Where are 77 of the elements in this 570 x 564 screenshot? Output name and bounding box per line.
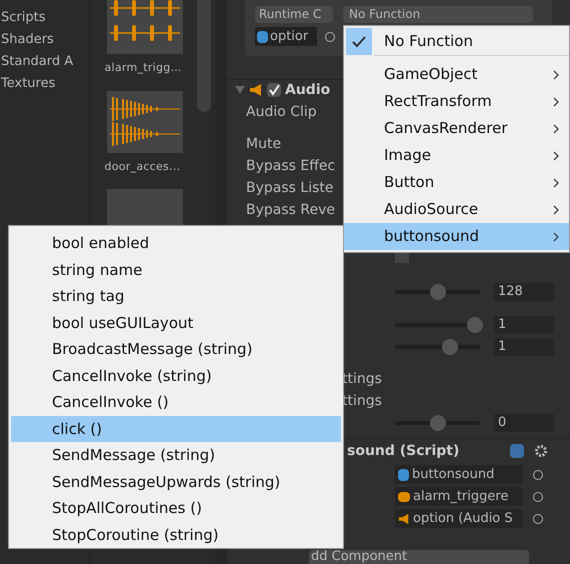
field-value: option (Audio S — [413, 510, 513, 528]
audio-clip-icon — [398, 492, 410, 502]
audio-thumbnail[interactable] — [106, 90, 182, 152]
chevron-right-icon — [553, 96, 559, 106]
speaker-icon — [249, 83, 263, 98]
menu-item[interactable]: GameObject — [344, 61, 569, 88]
menu-item[interactable]: StopAllCoroutines () — [11, 495, 341, 522]
folder-item[interactable]: Textures — [1, 74, 56, 94]
chevron-right-icon — [553, 70, 559, 80]
menu-item[interactable]: buttonsound — [344, 223, 569, 250]
chevron-right-icon — [553, 178, 559, 188]
property-label: ttings — [342, 370, 383, 390]
chevron-right-icon — [553, 204, 559, 214]
object-field[interactable]: buttonsound — [395, 465, 523, 484]
property-label: Bypass Liste — [246, 179, 334, 198]
chevron-right-icon — [553, 232, 559, 242]
property-label: Bypass Reve — [246, 201, 336, 220]
object-picker-icon[interactable] — [533, 470, 543, 480]
menu-item[interactable]: AudioSource — [344, 196, 569, 223]
audio-thumbnail[interactable] — [106, 0, 182, 54]
slider-thumb[interactable] — [466, 317, 483, 334]
menu-item[interactable]: SendMessage (string) — [11, 442, 341, 468]
object-picker-icon[interactable] — [325, 32, 335, 42]
dropdown[interactable]: No Function — [343, 6, 533, 23]
property-label: ttings — [342, 392, 383, 412]
slider-thumb[interactable] — [430, 284, 446, 300]
menu-item[interactable]: StopCoroutine (string) — [11, 522, 341, 548]
component-title: sound (Script) — [347, 442, 460, 461]
slider-thumb[interactable] — [430, 415, 446, 432]
asset-label[interactable]: alarm_trigg... — [104, 60, 182, 76]
folder-item[interactable]: Scripts — [1, 8, 46, 28]
settings-icon[interactable] — [534, 444, 550, 458]
help-icon[interactable] — [510, 444, 524, 458]
menu-item[interactable]: bool enabled — [11, 230, 341, 256]
field-value: alarm_triggere — [413, 488, 508, 506]
collapse-triangle-icon[interactable] — [235, 86, 245, 94]
object-field[interactable]: alarm_triggere — [395, 487, 523, 506]
component-title: Audio — [285, 80, 330, 100]
number-field[interactable]: 1 — [494, 316, 554, 334]
slider-thumb[interactable] — [442, 339, 458, 356]
menu-item[interactable]: CancelInvoke (string) — [11, 362, 341, 389]
field-value: buttonsound — [412, 466, 494, 484]
folder-item[interactable]: Shaders — [1, 30, 54, 50]
menu-item[interactable]: Button — [344, 169, 569, 196]
menu-item[interactable]: No Function — [344, 28, 569, 55]
asset-label[interactable]: door_acces... — [104, 158, 180, 175]
dropdown[interactable]: Runtime C — [255, 6, 333, 23]
folder-item[interactable]: Standard A — [1, 52, 74, 72]
script-icon — [257, 30, 268, 42]
object-field[interactable]: option (Audio S — [395, 509, 523, 528]
menu-item[interactable]: string tag — [11, 283, 341, 310]
menu-item[interactable]: CancelInvoke () — [11, 389, 341, 416]
menu-item[interactable]: BroadcastMessage (string) — [11, 336, 341, 362]
speaker-icon — [398, 512, 410, 525]
menu-item[interactable]: bool useGUILayout — [11, 310, 341, 336]
enable-checkbox[interactable] — [267, 83, 281, 98]
menu-item[interactable]: SendMessageUpwards (string) — [11, 468, 341, 495]
chevron-right-icon — [553, 124, 559, 134]
menu-item[interactable]: string name — [11, 256, 341, 283]
script-icon — [398, 468, 409, 481]
object-picker-icon[interactable] — [533, 514, 543, 524]
number-field[interactable]: 128 — [494, 283, 554, 302]
number-field[interactable]: 0 — [494, 414, 554, 432]
chevron-right-icon — [553, 150, 559, 160]
waveform-icon — [110, 96, 180, 146]
property-label: Audio Clip — [246, 103, 317, 122]
menu-item[interactable]: click () — [11, 416, 341, 442]
add-component-button[interactable]: dd Component — [309, 550, 529, 564]
property-label: Mute — [246, 135, 282, 154]
object-field[interactable]: optior — [255, 27, 317, 46]
menu-item[interactable]: RectTransform — [344, 88, 569, 115]
number-field[interactable]: 1 — [494, 338, 554, 356]
menu-item[interactable]: CanvasRenderer — [344, 115, 569, 142]
object-picker-icon[interactable] — [533, 492, 543, 502]
menu-item[interactable]: Image — [344, 142, 569, 169]
property-label: Bypass Effec — [246, 157, 336, 176]
check-icon — [352, 36, 366, 48]
